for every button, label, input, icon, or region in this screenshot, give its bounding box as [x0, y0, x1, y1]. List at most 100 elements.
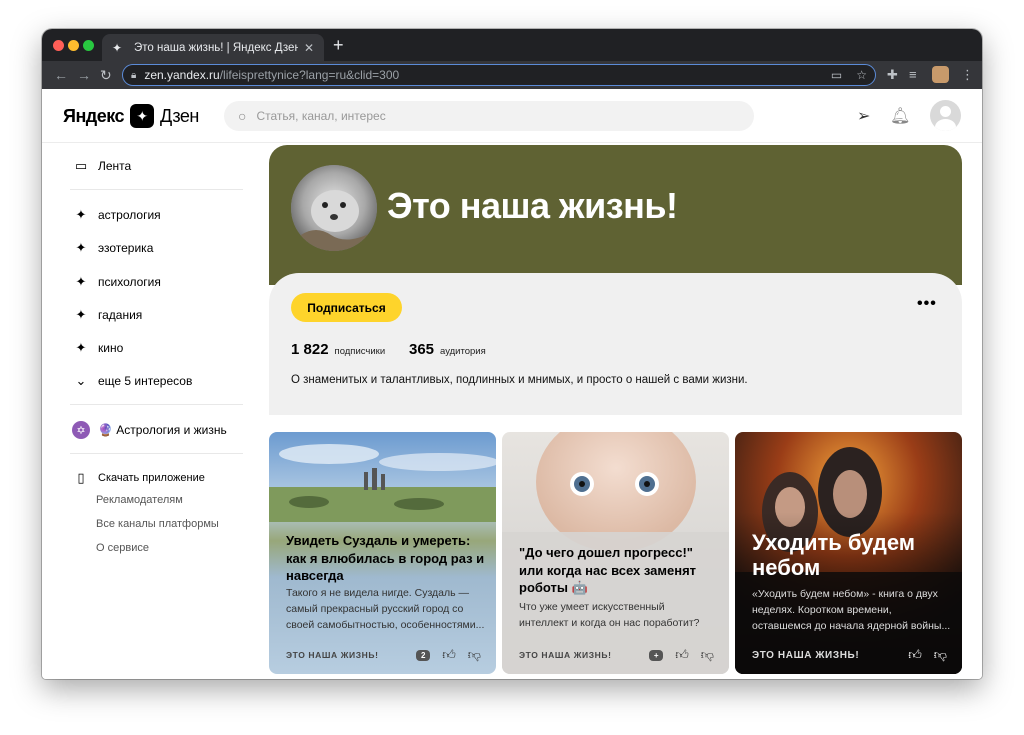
dislike-icon[interactable]: 👎︎ — [934, 647, 947, 663]
article-title[interactable]: "До чего дошел прогресс!" или когда нас … — [519, 544, 714, 597]
sidebar-item-label: 🔮 Астрология и жизнь — [98, 423, 227, 437]
browser-tab-active[interactable]: ✦ Это наша жизнь! | Яндекс Дзен ✕ — [102, 34, 324, 61]
article-card[interactable]: "До чего дошел прогресс!" или когда нас … — [502, 432, 729, 674]
channel-title: Это наша жизнь! — [387, 185, 678, 226]
sidebar-item-feed[interactable]: ▭ Лента — [72, 158, 131, 174]
sidebar-item-download-app[interactable]: ▯ Скачать приложение — [72, 470, 204, 486]
sidebar-item-more-interests[interactable]: ⌄ еще 5 интересов — [72, 373, 193, 389]
sparkle-icon: ✦ — [112, 40, 123, 55]
avatar-body — [935, 119, 956, 131]
sparkle-icon: ✦ — [75, 340, 87, 355]
logo-text-yandex: Яндекс — [63, 105, 125, 126]
channel-avatar-icon: ✡ — [72, 421, 90, 439]
bookmark-star-icon[interactable]: ☆ — [856, 68, 867, 82]
article-source[interactable]: ЭТО НАША ЖИЗНЬ! — [519, 650, 612, 660]
more-options-icon[interactable]: ••• — [917, 295, 937, 313]
reading-list-icon[interactable]: ≡ — [909, 66, 917, 84]
site-header: Яндекс ✦ Дзен ○ ➢ 🔔︎ — [42, 89, 982, 143]
dislike-icon[interactable]: 👎︎ — [701, 647, 714, 663]
forward-arrow-icon[interactable]: → — [77, 66, 91, 84]
article-title[interactable]: Уходить будем небом — [752, 530, 952, 581]
tab-strip: ✦ Это наша жизнь! | Яндекс Дзен ✕ + — [42, 29, 982, 61]
article-snippet: Такого я не видела нигде. Суздаль — самы… — [286, 587, 485, 631]
article-card[interactable]: Уходить будем небом «Уходить будем небом… — [735, 432, 962, 674]
chevron-down-icon: ⌄ — [75, 373, 87, 388]
search-icon: ○ — [238, 108, 247, 124]
article-title[interactable]: Увидеть Суздаль и умереть: как я влюбила… — [286, 532, 486, 585]
channel-avatar-image — [291, 165, 377, 251]
sidebar-item-label: эзотерика — [98, 241, 154, 255]
send-icon[interactable]: ➢ — [857, 106, 870, 126]
sidebar-item-cinema[interactable]: ✦ кино — [72, 340, 124, 356]
sidebar-item-esoterics[interactable]: ✦ эзотерика — [72, 240, 154, 256]
close-window-button[interactable] — [53, 40, 64, 51]
comments-count-badge[interactable]: + — [649, 649, 664, 661]
audience-stat: 365 аудитория — [409, 341, 486, 358]
footer-link-about[interactable]: О сервисе — [96, 542, 149, 554]
user-avatar[interactable] — [930, 100, 961, 131]
yandex-zen-logo[interactable]: Яндекс ✦ Дзен — [63, 104, 199, 128]
phone-icon: ▯ — [77, 470, 85, 485]
comments-count-badge[interactable]: 2 — [416, 649, 431, 661]
maximize-window-button[interactable] — [83, 40, 94, 51]
sidebar-item-psychology[interactable]: ✦ психология — [72, 274, 161, 290]
sparkle-icon: ✦ — [75, 207, 87, 222]
divider — [70, 404, 243, 405]
sidebar-item-label: Лента — [98, 159, 132, 173]
browser-toolbar: ← → ↻ 🔒︎ zen.yandex.ru /lifeisprettynice… — [42, 61, 982, 89]
page: Яндекс ✦ Дзен ○ ➢ 🔔︎ ▭ Лента ✦ — [42, 89, 982, 679]
footer-link-advertisers[interactable]: Рекламодателям — [96, 494, 183, 506]
extensions-puzzle-icon[interactable]: ✚ — [887, 66, 898, 84]
new-tab-button[interactable]: + — [333, 35, 344, 55]
back-arrow-icon[interactable]: ← — [54, 66, 68, 84]
subscribers-count: 1 822 — [291, 341, 329, 358]
cast-icon[interactable]: ▭ — [831, 68, 842, 82]
avatar-head — [940, 106, 951, 117]
like-icon[interactable]: 👍︎ — [908, 647, 922, 663]
sidebar-item-label: еще 5 интересов — [98, 374, 193, 388]
sidebar-item-fortune-telling[interactable]: ✦ гадания — [72, 307, 143, 323]
profile-avatar-icon[interactable] — [932, 66, 949, 83]
subscribe-button[interactable]: Подписаться — [291, 293, 402, 322]
lock-icon: 🔒︎ — [131, 69, 137, 81]
like-icon[interactable]: 👍︎ — [442, 647, 456, 663]
sidebar-item-label: кино — [98, 341, 124, 355]
browser-menu-icon[interactable]: ⋮ — [961, 66, 974, 84]
subscribers-label: подписчики — [334, 346, 386, 357]
sidebar-item-subscription[interactable]: ✡ 🔮 Астрология и жизнь — [72, 421, 227, 439]
article-footer: ЭТО НАША ЖИЗНЬ! + 👍︎ 👎︎ — [519, 647, 714, 663]
reload-icon[interactable]: ↻ — [100, 66, 112, 84]
channel-avatar — [291, 165, 377, 251]
search-input[interactable] — [256, 109, 740, 123]
article-snippet: Что уже умеет искусственный интеллект и … — [519, 601, 700, 629]
article-footer: ЭТО НАША ЖИЗНЬ! 👍︎ 👎︎ — [752, 647, 947, 663]
footer-link-all-channels[interactable]: Все каналы платформы — [96, 518, 219, 530]
article-footer: ЭТО НАША ЖИЗНЬ! 2 👍︎ 👎︎ — [286, 647, 481, 663]
browser-window: ✦ Это наша жизнь! | Яндекс Дзен ✕ + ← → … — [42, 29, 982, 679]
sidebar-item-astrology[interactable]: ✦ астрология — [72, 207, 161, 223]
dislike-icon[interactable]: 👎︎ — [468, 647, 481, 663]
channel-description: О знаменитых и талантливых, подлинных и … — [291, 374, 748, 386]
article-source[interactable]: ЭТО НАША ЖИЗНЬ! — [752, 650, 859, 661]
bell-icon[interactable]: 🔔︎ — [890, 106, 910, 126]
url-host: zen.yandex.ru — [144, 68, 220, 82]
url-path: /lifeisprettynice?lang=ru&clid=300 — [219, 68, 400, 82]
article-card[interactable]: Увидеть Суздаль и умереть: как я влюбила… — [269, 432, 496, 674]
sidebar-item-label: психология — [98, 275, 161, 289]
divider — [70, 453, 243, 454]
article-source[interactable]: ЭТО НАША ЖИЗНЬ! — [286, 650, 379, 660]
divider — [70, 189, 243, 190]
close-tab-icon[interactable]: ✕ — [304, 41, 314, 55]
logo-text-zen: Дзен — [160, 105, 199, 126]
subscribers-stat: 1 822 подписчики — [291, 341, 385, 358]
zen-star-icon: ✦ — [130, 104, 155, 128]
sparkle-icon: ✦ — [75, 307, 87, 322]
like-icon[interactable]: 👍︎ — [675, 647, 689, 663]
minimize-window-button[interactable] — [68, 40, 79, 51]
laptop-icon: ▭ — [74, 158, 88, 173]
channel-header: Это наша жизнь! Подписаться ••• 1 822 по… — [269, 145, 962, 415]
sparkle-icon: ✦ — [75, 240, 87, 255]
address-bar[interactable]: 🔒︎ zen.yandex.ru /lifeisprettynice?lang=… — [122, 64, 876, 86]
audience-count: 365 — [409, 341, 435, 358]
search-box[interactable]: ○ — [224, 101, 754, 131]
